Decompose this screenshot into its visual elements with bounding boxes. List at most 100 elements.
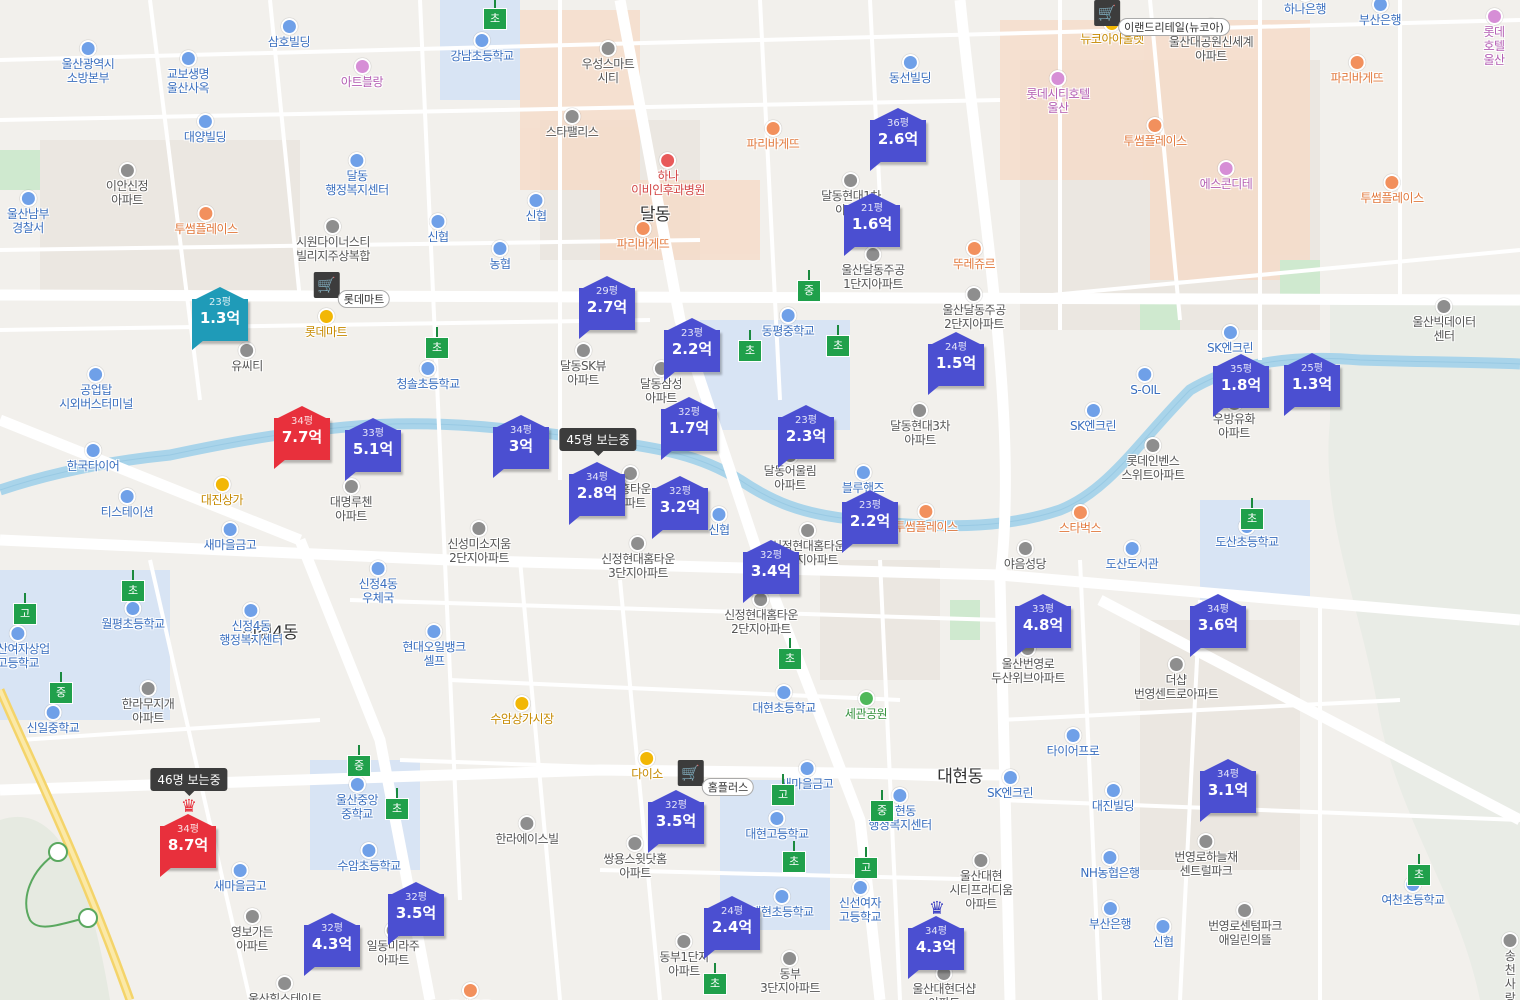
poi-marker[interactable]: 청솔초등학교 [396,360,460,391]
poi-marker[interactable]: 신협 [1152,918,1174,949]
poi-marker[interactable]: 파리바게뜨 [1331,54,1384,85]
school-flag-icon[interactable]: 고 [771,774,795,806]
poi-marker[interactable]: 울산남부 경찰서 [7,190,50,235]
school-flag-icon[interactable]: 중 [870,790,894,822]
school-flag-icon[interactable]: 고 [854,847,878,879]
poi-marker[interactable]: 동부1단지 아파트 [659,933,709,978]
listing-marker[interactable]: 36평 2.6억 [870,108,928,171]
poi-marker[interactable]: 신일중학교 [27,704,80,735]
poi-marker[interactable]: 신정4동 행정복지센터 [219,602,283,647]
school-flag-icon[interactable]: 초 [385,788,409,820]
school-flag-icon[interactable]: 초 [738,330,762,362]
poi-marker[interactable]: 뚜레쥬르 [953,240,996,271]
listing-marker[interactable]: 32평 3.5억 [648,790,706,853]
poi-marker[interactable]: 투썸플레이스 [894,503,958,534]
poi-marker[interactable]: 번영로하늘채 센트럴파크 [1174,833,1238,878]
school-flag-icon[interactable]: 초 [1407,854,1431,886]
school-flag-icon[interactable]: 고 [13,593,37,625]
listing-marker[interactable]: 32평 3.4억 [743,540,801,603]
poi-marker[interactable]: 하나은행 [1284,0,1327,16]
poi-marker[interactable]: 신협 [708,506,730,537]
listing-marker[interactable]: 29평 2.7억 [579,276,637,339]
school-flag-icon[interactable]: 초 [826,325,850,357]
poi-marker[interactable]: SK엔크린 [1070,402,1117,433]
poi-marker[interactable]: 부산은행 [1089,900,1132,931]
poi-marker[interactable]: NH농협은행 [1080,849,1140,880]
poi-marker[interactable]: 달동현대3차 아파트 [890,402,950,447]
listing-marker[interactable]: 21평 1.6억 [844,193,902,256]
poi-marker[interactable]: 도산도서관 [1106,540,1159,571]
poi-marker[interactable]: 강남초등학교 [450,32,514,63]
poi-marker[interactable]: 울산빅데이터 센터 [1412,298,1476,343]
poi-marker[interactable]: 월평초등학교 [101,600,165,631]
poi-marker[interactable]: 동부 3단지아파트 [760,950,820,995]
poi-marker[interactable]: 울산힐스테이트 [248,975,322,1000]
poi-marker[interactable]: 삼호빌딩 [268,18,311,49]
listing-marker[interactable]: 35평 1.8억 [1213,354,1271,417]
listing-marker[interactable]: 32평 3.5억 [388,882,446,945]
listing-marker[interactable]: 23평 2.2억 [842,490,900,553]
poi-marker[interactable]: 대양빌딩 [184,113,227,144]
poi-marker[interactable]: 세관공원 [845,690,888,721]
poi-marker[interactable]: 현대오일뱅크 셀프 [402,623,466,668]
poi-marker[interactable]: 롯데인벤스 스위트아파트 [1121,437,1185,482]
poi-marker[interactable]: 달동 행정복지센터 [325,152,389,197]
listing-marker[interactable]: 33평 4.8억 [1015,594,1073,657]
poi-marker[interactable]: 한국타이어 [67,442,120,473]
poi-marker[interactable]: 신성미소지움 2단지아파트 [447,520,511,565]
poi-marker[interactable]: 하나 이비인후과병원 [631,152,705,197]
poi-marker[interactable]: 티스테이션 [101,488,154,519]
listing-marker[interactable]: 34평 3억 [493,415,551,478]
school-flag-icon[interactable]: 초 [782,841,806,873]
poi-marker[interactable]: 송천 사랑 [1501,932,1519,1000]
poi-marker[interactable]: 투썸플레이스 [1123,117,1187,148]
poi-marker[interactable]: SK엔크린 [987,769,1034,800]
poi-marker[interactable]: 울산여자상업 고등학교 [0,625,50,670]
poi-marker[interactable]: 울산달동주공 2단지아파트 [942,286,1006,331]
listing-marker[interactable]: 34평 7.7억 [274,406,332,469]
listing-marker[interactable]: 32평 4.3억 [304,913,362,976]
listing-marker[interactable]: 34평 4.3억 [908,916,966,979]
poi-marker[interactable]: SK엔크린 [1207,324,1254,355]
poi-marker[interactable]: 파리바게뜨 [747,120,800,151]
poi-marker[interactable]: 롯데마트 [305,308,348,339]
poi-marker[interactable]: 수암상가시장 [490,695,554,726]
poi-marker[interactable]: 농협 [489,240,511,271]
poi-marker[interactable]: 신정4동 우체국 [359,560,398,605]
listing-marker[interactable]: 25평 1.3억 [1284,353,1342,416]
poi-marker[interactable]: 울산중앙 중학교 [336,776,379,821]
poi-marker[interactable]: 더샵 번영센트로아파트 [1134,656,1219,701]
poi-marker[interactable]: 신협 [525,192,547,223]
poi-marker[interactable]: 신선여자 고등학교 [839,879,882,924]
poi-marker[interactable]: 아트블랑 [341,58,384,89]
poi-marker[interactable]: 교보생명 울산사옥 [167,50,210,95]
listing-marker[interactable]: 34평 8.7억 [160,814,218,877]
poi-marker[interactable]: 롯데시티호텔 울산 [1026,70,1090,115]
poi-marker[interactable]: 공업탑 시외버스터미널 [59,366,133,411]
poi-marker[interactable]: 한라무지개 아파트 [122,680,175,725]
poi-marker[interactable]: 울산대현 시티프라디움 아파트 [949,852,1013,911]
poi-marker[interactable]: 새마을금고 [214,862,267,893]
school-flag-icon[interactable]: 초 [1240,498,1264,530]
school-flag-icon[interactable]: 중 [797,270,821,302]
store-marker[interactable]: 🛒 롯데마트 [313,272,391,308]
poi-marker[interactable]: 타이어프로 [1047,727,1100,758]
listing-marker[interactable]: 32평 1.7억 [661,397,719,460]
poi-marker[interactable]: 스타팰리스 [546,108,599,139]
school-flag-icon[interactable]: 중 [49,672,73,704]
store-marker[interactable]: 🛒 이랜드리테일(뉴코아) [1094,0,1230,36]
poi-marker[interactable]: 우성스마트 시티 [582,40,635,85]
poi-marker[interactable]: 야음성당 [1004,540,1047,571]
poi-marker[interactable]: 투썸플레이스 [174,205,238,236]
school-flag-icon[interactable]: 초 [425,327,449,359]
listing-marker[interactable]: 23평 2.3억 [778,405,836,468]
listing-marker[interactable]: 34평 3.1억 [1200,759,1258,822]
poi-marker[interactable]: 동평중학교 [762,307,815,338]
poi-marker[interactable]: 달동SK뷰 아파트 [560,342,607,387]
poi-marker[interactable]: 이안신정 아파트 [106,162,149,207]
poi-marker[interactable]: 대현고등학교 [745,810,809,841]
poi-marker[interactable]: 새마을금고 [204,521,257,552]
poi-marker[interactable]: 수암초등학교 [337,842,401,873]
listing-marker[interactable]: 34평 3.6억 [1190,594,1248,657]
listing-marker[interactable]: 24평 2.4억 [704,896,762,959]
